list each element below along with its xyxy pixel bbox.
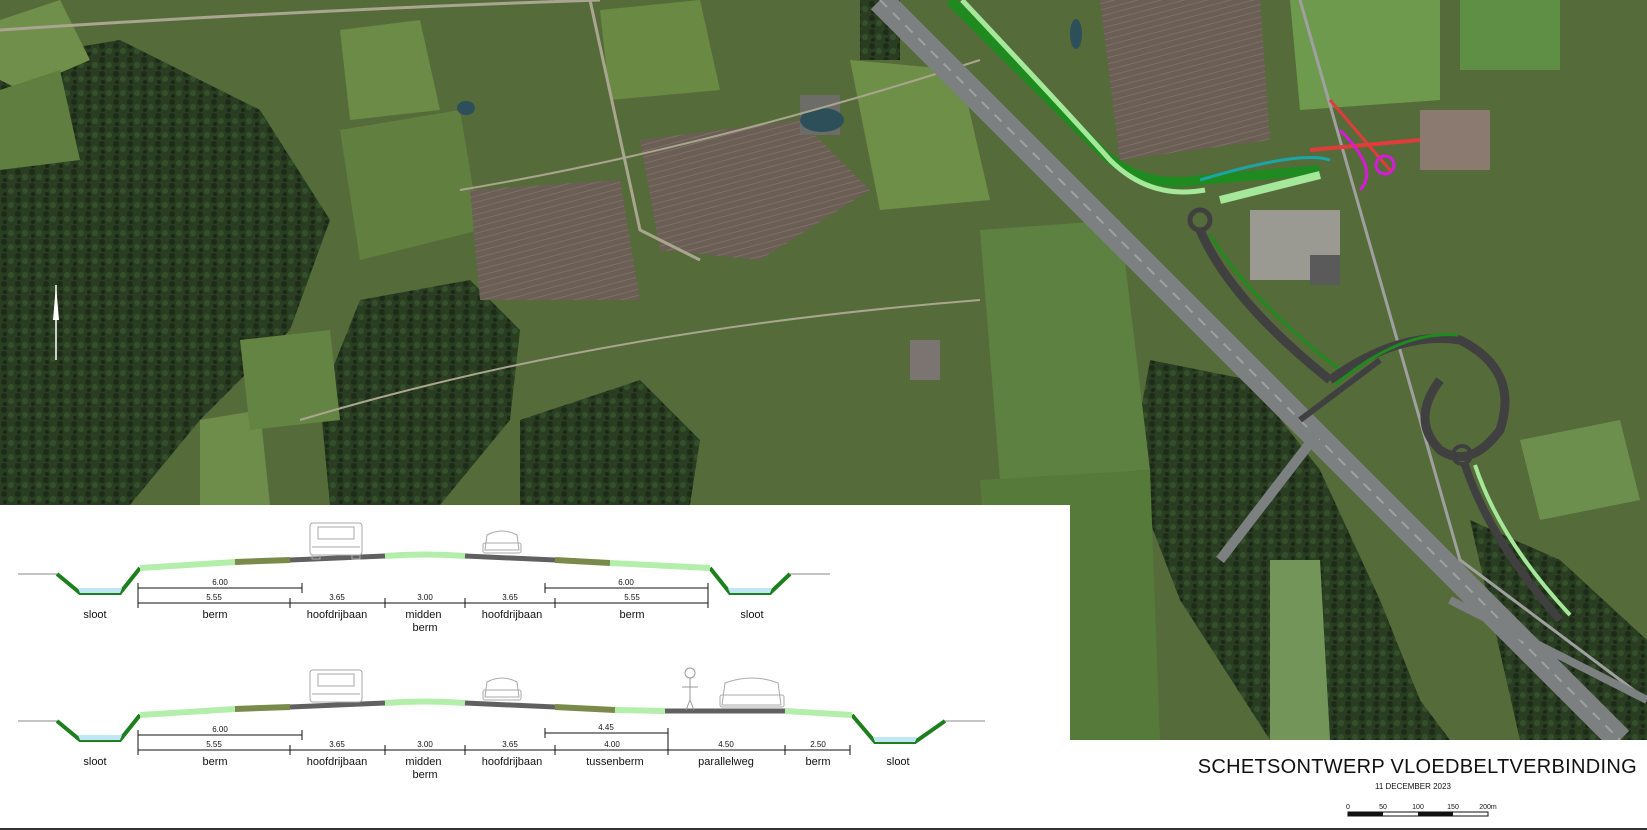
scale-bar: 0 50 100 150 200m [1346, 804, 1497, 817]
label-sloot-right: sloot [740, 609, 763, 621]
label-hoofdrijbaan-right: hoofdrijbaan [482, 609, 543, 621]
dim-bottom-2: 3.65 [329, 593, 345, 602]
label-sloot-left: sloot [83, 756, 106, 768]
label-middenberm: midden berm [405, 756, 444, 781]
dimension-lines-2 [137, 728, 851, 755]
car-icon [482, 530, 522, 554]
dim-bottom-4: 3.65 [502, 593, 518, 602]
label-hoofdrijbaan-left: hoofdrijbaan [307, 756, 368, 768]
dim-bottom-5: 4.00 [604, 740, 620, 749]
label-sloot-left: sloot [83, 609, 106, 621]
scale-tick-150: 150 [1447, 804, 1459, 811]
cross-sections-panel: 6.00 6.00 5.55 3.65 3.00 3.65 5.55 sloot… [0, 505, 1070, 830]
cyclist-icon [682, 667, 698, 711]
scale-tick-50: 50 [1379, 804, 1387, 811]
truck-icon [309, 669, 363, 703]
drawing-title: SCHETSONTWERP VLOEDBELTVERBINDING [1197, 756, 1637, 778]
label-hoofdrijbaan-left: hoofdrijbaan [307, 609, 368, 621]
label-middenberm: midden berm [405, 609, 444, 634]
cross-section-2: 6.00 4.45 5.55 3.65 3.00 3.65 4.00 4.50 … [18, 667, 985, 781]
label-parallelweg: parallelweg [698, 756, 754, 768]
label-berm-right: berm [805, 756, 830, 768]
dim-top-1: 6.00 [212, 725, 228, 734]
label-middenberm-line1: midden [405, 756, 441, 768]
dim-bottom-3: 3.00 [417, 740, 433, 749]
drawing-date: 11 DECEMBER 2023 [1375, 782, 1451, 791]
label-tussenberm: tussenberm [586, 756, 643, 768]
dim-bottom-3: 3.00 [417, 593, 433, 602]
dim-bottom-2: 3.65 [329, 740, 345, 749]
scale-tick-200: 200m [1479, 804, 1497, 811]
label-hoofdrijbaan-right: hoofdrijbaan [482, 756, 543, 768]
dim-top-2: 6.00 [618, 578, 634, 587]
label-middenberm-line1: midden [405, 609, 441, 621]
dim-bottom-1: 5.55 [206, 593, 222, 602]
dim-top-1: 6.00 [212, 578, 228, 587]
dim-top-2: 4.45 [598, 723, 614, 732]
dim-bottom-6: 4.50 [718, 740, 734, 749]
title-block: SCHETSONTWERP VLOEDBELTVERBINDING 11 DEC… [1070, 740, 1647, 830]
label-middenberm-line2: berm [412, 622, 437, 634]
car-icon [482, 677, 522, 701]
car-icon [719, 677, 785, 708]
label-berm-right: berm [619, 609, 644, 621]
truck-icon [309, 522, 363, 560]
dim-bottom-7: 2.50 [810, 740, 826, 749]
label-berm-left: berm [202, 609, 227, 621]
scale-tick-0: 0 [1346, 804, 1350, 811]
scale-tick-100: 100 [1412, 804, 1424, 811]
dim-bottom-5: 5.55 [624, 593, 640, 602]
label-middenberm-line2: berm [412, 769, 437, 781]
dim-bottom-1: 5.55 [206, 740, 222, 749]
label-berm-left: berm [202, 756, 227, 768]
dim-bottom-4: 3.65 [502, 740, 518, 749]
label-sloot-right: sloot [886, 756, 909, 768]
cross-section-1: 6.00 6.00 5.55 3.65 3.00 3.65 5.55 sloot… [18, 522, 830, 634]
